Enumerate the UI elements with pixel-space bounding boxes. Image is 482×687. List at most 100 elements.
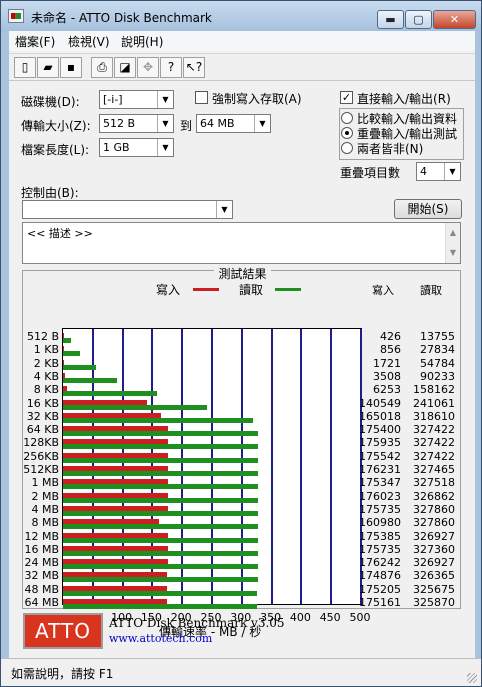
controlled-by-label: 控制由(B): [21,186,79,200]
context-help-icon[interactable]: ↖? [183,57,205,78]
file-length-label: 檔案長度(L): [21,143,90,157]
legend-write-label: 寫入 [156,283,181,297]
menu-bar: 檔案(F) 檢視(V) 說明(H) [9,31,475,51]
app-window: 未命名 - ATTO Disk Benchmark ▬ ▢ ✕ 檔案(F) 檢視… [0,0,482,687]
read-value: 27834 [420,343,455,357]
window-title: 未命名 - ATTO Disk Benchmark [31,11,212,25]
force-write-checkbox[interactable] [195,91,208,104]
neither-label: 兩者皆非(N) [357,142,424,156]
transfer-to-value: 64 MB [200,117,235,130]
read-bar [63,404,207,410]
product-name: ATTO Disk Benchmark v3.05 [109,616,285,630]
results-panel: 測試結果 寫入 讀取 寫入 讀取 512 B1 KB 2 KB 4 KB 8 KB 16… [22,267,461,609]
file-length-select[interactable]: 1 GB ▼ [99,138,174,157]
queue-depth-value: 4 [420,165,427,178]
queue-depth-select[interactable]: 4 ▼ [416,162,461,181]
scroll-up-icon[interactable]: ▲ [446,223,460,243]
client-area: 檔案(F) 檢視(V) 說明(H) ▯ ▰ ▪ ⎙ ◪ ✥ ? ↖? 磁碟機(D… [9,31,475,658]
x-tick-label: 500 [349,611,371,624]
scroll-down-icon[interactable]: ▼ [446,243,460,263]
read-bar [63,564,258,570]
description-text: << 描述 >> [27,227,93,240]
write-value: 165018 [359,409,401,423]
read-bar [63,537,258,543]
print-preview-icon[interactable]: ◪ [114,57,136,78]
category-label: 16 KB [26,396,59,410]
save-disk-icon[interactable]: ▪ [60,57,82,78]
close-button[interactable]: ✕ [433,10,476,29]
read-value: 326927 [413,556,455,570]
category-label: 32 MB [24,569,59,583]
start-button[interactable]: 開始(S) [394,199,462,219]
chevron-down-icon: ▼ [216,201,232,218]
category-label: 64 MB [24,596,59,609]
read-value: 13755 [420,330,455,343]
open-folder-icon[interactable]: ▰ [37,57,59,78]
minimize-button[interactable]: ▬ [377,10,404,29]
read-bar [63,604,258,609]
write-value: 175935 [359,436,401,450]
chevron-down-icon: ▼ [157,139,173,156]
write-value: 175385 [359,529,401,543]
gridline [330,329,333,604]
column-write-header: 寫入 [372,284,394,297]
write-value: 175161 [359,596,401,609]
write-value: 175347 [359,476,401,490]
read-bar [63,444,259,450]
compare-io-radio[interactable] [341,112,353,124]
read-bar [63,338,72,343]
write-value: 174876 [359,569,401,583]
menu-view[interactable]: 檢視(V) [68,33,110,50]
category-label: 4 MB [31,502,59,516]
read-value: 327360 [413,542,455,556]
read-bar [63,417,253,423]
category-label: 64 KB [26,423,59,437]
read-value: 326862 [413,489,455,503]
help-icon[interactable]: ? [160,57,182,78]
transfer-from-value: 512 B [103,117,136,130]
direct-io-checkbox[interactable]: ✓ [340,91,353,104]
move-icon[interactable]: ✥ [137,57,159,78]
website-link[interactable]: www.attotech.com [109,632,212,645]
transfer-from-select[interactable]: 512 B ▼ [99,114,174,133]
menu-help[interactable]: 說明(H) [121,33,163,50]
toolbar: ▯ ▰ ▪ ⎙ ◪ ✥ ? ↖? [9,53,475,81]
column-read-header: 讀取 [420,284,442,297]
drive-select[interactable]: [-i-] ▼ [99,90,174,109]
read-bar [63,550,259,556]
category-label: 1 MB [31,476,59,490]
maximize-button[interactable]: ▢ [405,10,432,29]
description-scrollbar[interactable]: ▲ ▼ [445,223,460,263]
menu-file[interactable]: 檔案(F) [15,33,55,50]
new-file-icon[interactable]: ▯ [14,57,36,78]
read-bar [63,484,259,490]
read-value: 326365 [413,569,455,583]
read-value: 158162 [413,383,455,397]
read-value: 325870 [413,596,455,609]
overlap-io-radio[interactable] [341,127,353,139]
write-value: 140549 [359,396,401,410]
read-bar [63,377,117,383]
read-value: 327860 [413,516,455,530]
title-bar[interactable]: 未命名 - ATTO Disk Benchmark ▬ ▢ ✕ [1,1,481,31]
read-value: 241061 [413,396,455,410]
resize-grip-icon[interactable] [467,673,477,683]
app-icon [8,9,24,23]
status-text: 如需說明，請按 F1 [11,667,114,681]
neither-radio[interactable] [341,142,353,154]
category-label: 24 MB [24,556,59,570]
category-label: 12 MB [24,529,59,543]
print-icon[interactable]: ⎙ [91,57,113,78]
drive-value: [-i-] [103,93,123,106]
drive-label: 磁碟機(D): [21,95,80,109]
category-label: 8 KB [33,383,59,397]
write-value: 175400 [359,423,401,437]
description-box[interactable]: << 描述 >> ▲ ▼ [22,222,461,264]
read-value: 54784 [420,356,455,370]
to-label: 到 [180,119,193,133]
transfer-to-select[interactable]: 64 MB ▼ [196,114,271,133]
file-length-value: 1 GB [103,141,130,154]
read-value: 325675 [413,582,455,596]
read-value: 327465 [413,463,455,476]
controlled-by-select[interactable]: ▼ [22,200,233,219]
